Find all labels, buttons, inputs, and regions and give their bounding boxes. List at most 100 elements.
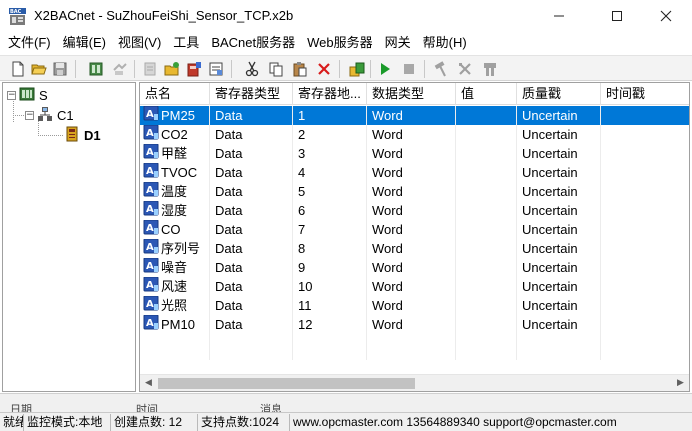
table-row[interactable]: A 温度 Data 5 Word Uncertain	[140, 182, 689, 201]
cell-quality: Uncertain	[517, 201, 601, 220]
stop-button[interactable]	[399, 59, 419, 79]
close-icon	[660, 10, 672, 22]
column-header-value[interactable]: 值	[456, 83, 517, 105]
message-column-date[interactable]: 日期	[10, 401, 32, 412]
minimize-icon	[554, 15, 564, 17]
scroll-left-icon[interactable]: ◀	[140, 375, 157, 391]
cell-data-type: Word	[367, 220, 456, 239]
disabled-button-2[interactable]	[140, 59, 160, 79]
tree-item-channel[interactable]: − C1	[25, 106, 74, 124]
window-title: X2BACnet - SuZhouFeiShi_Sensor_TCP.x2b	[34, 8, 294, 23]
table-row[interactable]: A 风速 Data 10 Word Uncertain	[140, 277, 689, 296]
table-row[interactable]: A 甲醛 Data 3 Word Uncertain	[140, 144, 689, 163]
point-name-text: CO2	[161, 127, 188, 142]
cell-point-name[interactable]: A 序列号	[140, 239, 210, 258]
menu-help[interactable]: 帮助(H)	[417, 33, 473, 53]
cell-point-name[interactable]: A CO	[140, 220, 210, 239]
column-header-data-type[interactable]: 数据类型	[367, 83, 456, 105]
svg-text:A: A	[146, 185, 154, 196]
scroll-right-icon[interactable]: ▶	[672, 375, 689, 391]
table-row[interactable]: A 噪音 Data 9 Word Uncertain	[140, 258, 689, 277]
cut-button[interactable]	[242, 59, 262, 79]
menu-gateway[interactable]: 网关	[379, 33, 417, 53]
collapse-icon[interactable]: −	[25, 110, 34, 120]
cell-register-type: Data	[210, 182, 293, 201]
tree-item-server[interactable]: − S	[7, 86, 48, 104]
column-header-timestamp[interactable]: 时间戳	[601, 83, 689, 105]
table-row[interactable]: A CO2 Data 2 Word Uncertain	[140, 125, 689, 144]
maximize-button[interactable]	[594, 0, 640, 32]
save-button[interactable]	[50, 59, 70, 79]
menu-file[interactable]: 文件(F)	[2, 33, 57, 53]
menu-bacnet-server[interactable]: BACnet服务器	[205, 33, 301, 53]
delete-button[interactable]	[314, 59, 334, 79]
data-tool-button[interactable]	[347, 59, 367, 79]
new-channel-button[interactable]	[162, 59, 182, 79]
table-row[interactable]: A PM10 Data 12 Word Uncertain	[140, 315, 689, 334]
disabled-button-1[interactable]	[110, 59, 130, 79]
new-file-button[interactable]	[8, 59, 28, 79]
menu-tools[interactable]: 工具	[167, 33, 205, 53]
horizontal-scrollbar[interactable]: ◀ ▶	[140, 374, 689, 391]
table-row[interactable]: A 湿度 Data 6 Word Uncertain	[140, 201, 689, 220]
cell-point-name[interactable]: A 湿度	[140, 201, 210, 220]
cell-point-name[interactable]: A CO2	[140, 125, 210, 144]
new-device-button[interactable]	[184, 59, 204, 79]
message-column-message[interactable]: 消息	[260, 401, 282, 412]
delete-icon	[318, 63, 330, 75]
cell-register-type: Data	[210, 163, 293, 182]
cell-register-type: Data	[210, 125, 293, 144]
column-header-register-address[interactable]: 寄存器地...	[293, 83, 367, 105]
copy-button[interactable]	[266, 59, 286, 79]
point-name-text: CO	[161, 222, 181, 237]
table-row[interactable]: A TVOC Data 4 Word Uncertain	[140, 163, 689, 182]
open-button[interactable]	[29, 59, 49, 79]
server-icon	[19, 86, 35, 105]
cell-point-name[interactable]: A 甲醛	[140, 144, 210, 163]
paste-button[interactable]	[290, 59, 310, 79]
cell-value	[456, 239, 517, 258]
properties-button[interactable]	[206, 59, 226, 79]
cell-point-name[interactable]: A 噪音	[140, 258, 210, 277]
tools-button[interactable]	[480, 59, 500, 79]
cell-point-name[interactable]: A 光照	[140, 296, 210, 315]
cell-register-address: 6	[293, 201, 367, 220]
cell-timestamp	[601, 201, 689, 220]
run-button[interactable]	[375, 59, 395, 79]
close-button[interactable]	[643, 0, 689, 32]
menu-view[interactable]: 视图(V)	[112, 33, 167, 53]
tree-item-device[interactable]: D1	[64, 126, 101, 144]
column-header-register-type[interactable]: 寄存器类型	[210, 83, 293, 105]
cell-data-type: Word	[367, 296, 456, 315]
cell-point-name[interactable]: A 风速	[140, 277, 210, 296]
cell-point-name[interactable]: A PM10	[140, 315, 210, 334]
wrench-button[interactable]	[455, 59, 475, 79]
minimize-button[interactable]	[536, 0, 582, 32]
menu-web-server[interactable]: Web服务器	[301, 33, 379, 53]
table-row[interactable]: A 光照 Data 11 Word Uncertain	[140, 296, 689, 315]
cell-register-type: Data	[210, 239, 293, 258]
menu-edit[interactable]: 编辑(E)	[57, 33, 112, 53]
point-name-text: 温度	[161, 184, 188, 199]
add-server-button[interactable]	[86, 59, 106, 79]
cut-icon	[245, 61, 259, 77]
cell-register-address: 3	[293, 144, 367, 163]
cell-point-name[interactable]: A PM25	[140, 106, 210, 125]
table-row[interactable]: A PM25 Data 1 Word Uncertain	[140, 106, 689, 125]
table-row[interactable]: A 序列号 Data 8 Word Uncertain	[140, 239, 689, 258]
message-panel-header: 日期 时间 消息	[0, 393, 692, 412]
disabled-tool-icon	[113, 63, 127, 75]
title-bar: BAC X2BACnet - SuZhouFeiShi_Sensor_TCP.x…	[0, 0, 692, 32]
collapse-icon[interactable]: −	[7, 90, 16, 100]
cell-timestamp	[601, 239, 689, 258]
cell-point-name[interactable]: A TVOC	[140, 163, 210, 182]
hammer-button[interactable]	[430, 59, 450, 79]
table-row[interactable]: A CO Data 7 Word Uncertain	[140, 220, 689, 239]
cell-point-name[interactable]: A 温度	[140, 182, 210, 201]
column-header-name[interactable]: 点名	[140, 83, 210, 105]
column-header-quality[interactable]: 质量戳	[517, 83, 601, 105]
status-bar: 就绪 监控模式:本地 创建点数: 12 支持点数:1024 www.opcmas…	[0, 412, 692, 431]
scrollbar-thumb[interactable]	[158, 378, 415, 389]
message-column-time[interactable]: 时间	[136, 401, 158, 412]
empty-cell	[210, 334, 293, 360]
